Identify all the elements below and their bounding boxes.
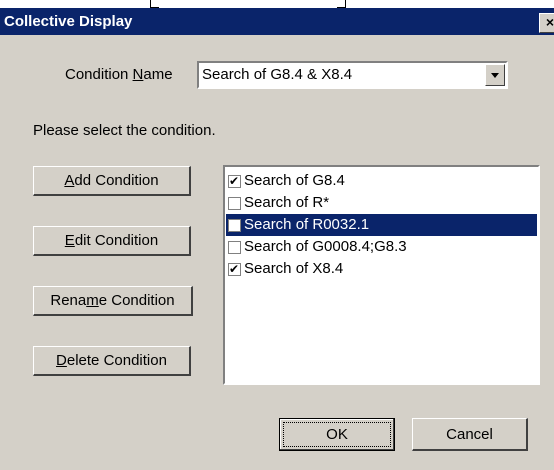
rename-condition-button[interactable]: Rename Condition [33,286,193,316]
list-item[interactable]: Search of G0008.4;G8.3 [226,236,537,258]
window-title: Collective Display [4,13,133,30]
delete-condition-label-post: elete Condition [66,352,167,369]
list-item[interactable]: Search of X8.4 [226,258,537,280]
edit-condition-button[interactable]: Edit Condition [33,226,191,256]
close-icon: × [545,14,554,30]
close-button[interactable]: × [539,13,554,33]
rename-condition-label-accel: m [86,292,99,309]
condition-name-label-post: ame [143,66,173,83]
list-item[interactable]: Search of R0032.1 [226,214,537,236]
list-item-label: Search of G0008.4;G8.3 [244,238,407,255]
list-item[interactable]: Search of G8.4 [226,170,537,192]
list-item-label: Search of R* [244,194,330,211]
delete-condition-label-accel: D [56,352,67,369]
window-top-strip [0,0,554,8]
top-bracket-left [150,0,159,8]
title-bar: Collective Display × [0,8,554,35]
add-condition-label-accel: A [64,172,75,189]
top-bracket-right [337,0,346,8]
checkbox-icon[interactable] [228,197,241,210]
list-item-label: Search of X8.4 [244,260,344,277]
edit-condition-label-post: dit Condition [74,232,159,249]
condition-name-label-accel: N [132,66,144,83]
list-item-label: Search of G8.4 [244,172,345,189]
add-condition-label-post: dd Condition [74,172,159,189]
dropdown-arrow-icon[interactable] [485,64,505,86]
list-item-label: Search of R0032.1 [244,216,370,233]
ok-button[interactable]: OK [279,418,395,451]
add-condition-button[interactable]: Add Condition [33,166,191,196]
instruction-text: Please select the condition. [33,122,216,139]
delete-condition-button[interactable]: Delete Condition [33,346,191,376]
condition-name-dropdown[interactable]: Search of G8.4 & X8.4 [197,61,508,89]
condition-name-label-pre: Condition [65,66,133,83]
checkbox-icon[interactable] [228,261,241,277]
rename-condition-label-post: e Condition [98,292,175,309]
condition-name-label: Condition Name [65,66,173,83]
list-item[interactable]: Search of R* [226,192,537,214]
checkbox-icon[interactable] [228,241,241,254]
checkbox-icon[interactable] [228,173,241,189]
cancel-button[interactable]: Cancel [412,418,528,451]
condition-list[interactable]: Search of G8.4 Search of R* Search of R0… [223,165,540,385]
rename-condition-label-pre: Rena [50,292,87,309]
edit-condition-label-accel: E [64,232,75,249]
checkbox-icon[interactable] [228,219,241,232]
condition-name-value: Search of G8.4 & X8.4 [202,66,353,83]
